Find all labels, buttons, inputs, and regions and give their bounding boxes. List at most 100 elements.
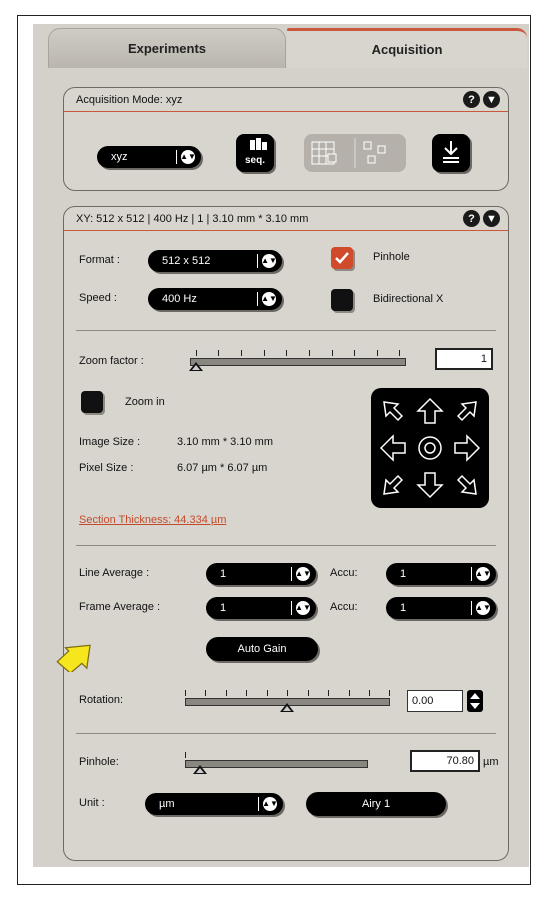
download-button[interactable] bbox=[432, 134, 470, 172]
airy-1-label: Airy 1 bbox=[361, 798, 391, 810]
center-target-icon bbox=[418, 436, 442, 460]
select-separator bbox=[291, 567, 292, 581]
pinhole-slider-track[interactable] bbox=[185, 760, 368, 768]
collapse-icon[interactable]: ▼ bbox=[483, 91, 500, 108]
speed-value: 400 Hz bbox=[162, 293, 197, 305]
section-thickness-link[interactable]: Section Thickness: 44.334 µm bbox=[79, 514, 226, 526]
line-average-select[interactable]: 1 ▲▼ bbox=[206, 563, 316, 585]
bidirectional-checkbox[interactable] bbox=[331, 289, 353, 311]
acquisition-mode-title: Acquisition Mode: xyz bbox=[76, 93, 183, 106]
arrow-down-left-icon bbox=[383, 475, 404, 496]
select-separator bbox=[257, 292, 258, 306]
select-separator bbox=[471, 601, 472, 615]
pan-down-button[interactable] bbox=[413, 468, 448, 503]
frame-average-value: 1 bbox=[220, 602, 227, 614]
up-down-arrows-icon: ▲▼ bbox=[261, 254, 277, 268]
arrow-down-right-icon bbox=[456, 475, 477, 496]
zoom-factor-label: Zoom factor : bbox=[79, 355, 144, 367]
bidirectional-label: Bidirectional X bbox=[373, 293, 444, 305]
line-accu-label: Accu: bbox=[330, 567, 358, 579]
frame-average-label: Frame Average : bbox=[79, 601, 161, 613]
auto-gain-label: Auto Gain bbox=[237, 643, 287, 655]
rotation-input[interactable]: 0.00 bbox=[407, 690, 463, 712]
sequential-icon: seq. bbox=[245, 138, 267, 166]
pixel-size-value: 6.07 µm * 6.07 µm bbox=[177, 462, 268, 474]
select-separator bbox=[257, 254, 258, 268]
airy-1-button[interactable]: Airy 1 bbox=[306, 792, 446, 816]
zoom-factor-input[interactable]: 1 bbox=[435, 348, 493, 370]
zoom-in-checkbox[interactable] bbox=[81, 391, 103, 413]
sequential-scan-button[interactable]: seq. bbox=[236, 134, 274, 172]
unit-select[interactable]: µm ▲▼ bbox=[145, 793, 283, 815]
svg-text:seq.: seq. bbox=[245, 155, 265, 166]
up-down-arrows-icon: ▲▼ bbox=[475, 601, 491, 615]
pan-up-left-button[interactable] bbox=[376, 393, 411, 428]
pan-down-right-button[interactable] bbox=[449, 468, 484, 503]
pan-arrow-pad bbox=[371, 388, 489, 508]
zoom-factor-value: 1 bbox=[480, 353, 487, 365]
acquisition-mode-value: xyz bbox=[111, 151, 128, 163]
pan-center-button[interactable] bbox=[413, 430, 448, 465]
xy-header: XY: 512 x 512 | 400 Hz | 1 | 3.10 mm * 3… bbox=[64, 207, 508, 231]
select-separator bbox=[176, 150, 177, 164]
rotation-slider-handle[interactable] bbox=[279, 702, 295, 714]
arrow-down-icon bbox=[416, 472, 444, 499]
pinhole-unit-label: µm bbox=[483, 756, 499, 768]
pan-left-button[interactable] bbox=[376, 430, 411, 465]
frame-accu-select[interactable]: 1 ▲▼ bbox=[386, 597, 496, 619]
up-down-arrows-icon: ▲▼ bbox=[475, 567, 491, 581]
rotation-slider-ticks bbox=[185, 690, 390, 696]
pixel-size-label: Pixel Size : bbox=[79, 462, 134, 474]
image-size-label: Image Size : bbox=[79, 436, 141, 448]
collapse-icon[interactable]: ▼ bbox=[483, 210, 500, 227]
pinhole-input[interactable]: 70.80 bbox=[410, 750, 480, 772]
line-accu-select[interactable]: 1 ▲▼ bbox=[386, 563, 496, 585]
format-value: 512 x 512 bbox=[162, 255, 211, 267]
pan-up-button[interactable] bbox=[413, 393, 448, 428]
pan-right-button[interactable] bbox=[449, 430, 484, 465]
help-icon[interactable]: ? bbox=[463, 91, 480, 108]
zoom-slider-track[interactable] bbox=[190, 358, 406, 366]
tile-scan-button[interactable] bbox=[304, 134, 406, 172]
line-average-label: Line Average : bbox=[79, 567, 150, 579]
frame-average-select[interactable]: 1 ▲▼ bbox=[206, 597, 316, 619]
rotation-stepper[interactable] bbox=[467, 690, 483, 712]
acquisition-mode-header: Acquisition Mode: xyz ? ▼ bbox=[64, 88, 508, 112]
image-size-value: 3.10 mm * 3.10 mm bbox=[177, 436, 273, 448]
pan-up-right-button[interactable] bbox=[449, 393, 484, 428]
unit-value: µm bbox=[159, 798, 175, 810]
tab-experiments[interactable]: Experiments bbox=[48, 28, 286, 68]
acquisition-mode-select[interactable]: xyz ▲▼ bbox=[97, 146, 201, 168]
section-divider bbox=[76, 733, 496, 734]
select-separator bbox=[258, 797, 259, 811]
zoom-slider-handle[interactable] bbox=[188, 361, 204, 373]
select-separator bbox=[471, 567, 472, 581]
pinhole-checkbox[interactable] bbox=[331, 247, 353, 269]
pinhole-checkbox-label: Pinhole bbox=[373, 251, 410, 263]
checkmark-icon bbox=[335, 252, 349, 264]
help-icon[interactable]: ? bbox=[463, 210, 480, 227]
pinhole-slider-handle[interactable] bbox=[192, 764, 208, 776]
frame-accu-value: 1 bbox=[400, 602, 407, 614]
zoom-slider-ticks bbox=[196, 350, 400, 356]
pan-down-left-button[interactable] bbox=[376, 468, 411, 503]
pinhole-value: 70.80 bbox=[446, 755, 474, 767]
zoom-in-label: Zoom in bbox=[125, 396, 165, 408]
line-average-value: 1 bbox=[220, 568, 227, 580]
arrow-up-right-icon bbox=[456, 400, 477, 421]
stepper-arrows-icon bbox=[470, 693, 480, 709]
auto-gain-button[interactable]: Auto Gain bbox=[206, 637, 318, 661]
speed-select[interactable]: 400 Hz ▲▼ bbox=[148, 288, 282, 310]
rotation-label: Rotation: bbox=[79, 694, 124, 706]
speed-label: Speed : bbox=[79, 292, 117, 304]
arrow-left-icon bbox=[380, 434, 407, 462]
pinhole-slider-ticks bbox=[185, 752, 215, 758]
format-select[interactable]: 512 x 512 ▲▼ bbox=[148, 250, 282, 272]
up-down-arrows-icon: ▲▼ bbox=[295, 601, 311, 615]
rotation-value: 0.00 bbox=[412, 695, 434, 707]
download-icon bbox=[443, 141, 459, 163]
frame-accu-label: Accu: bbox=[330, 601, 358, 613]
arrow-up-left-icon bbox=[383, 400, 404, 421]
unit-label: Unit : bbox=[79, 797, 105, 809]
tab-acquisition[interactable]: Acquisition bbox=[287, 28, 527, 68]
